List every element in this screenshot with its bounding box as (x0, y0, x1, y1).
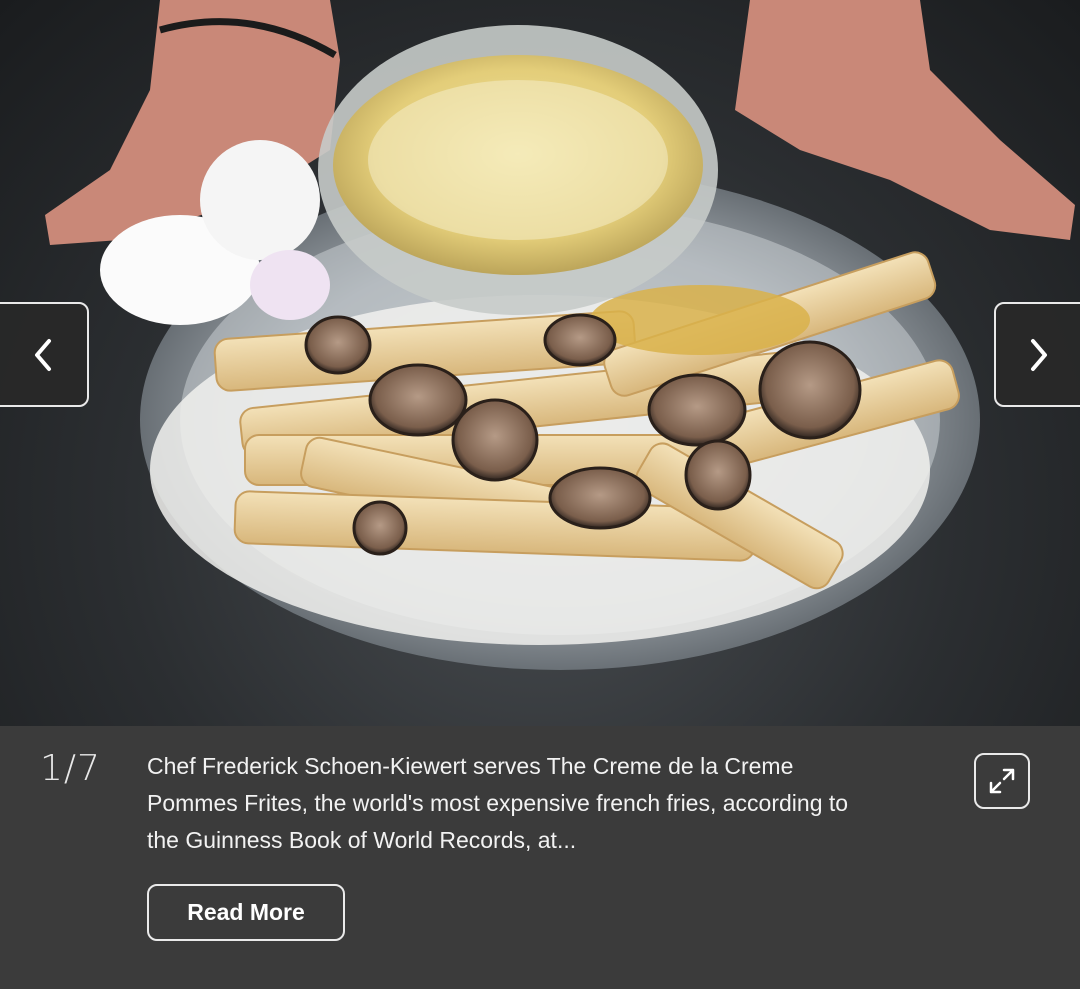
caption-panel: 1/7 Chef Frederick Schoen-Kiewert serves… (0, 726, 1080, 989)
previous-slide-button[interactable] (0, 302, 89, 407)
expand-icon (989, 768, 1015, 794)
food-photo-illustration (45, 0, 1075, 670)
chevron-right-icon (1031, 338, 1047, 371)
next-slide-button[interactable] (994, 302, 1080, 407)
caption-text: Chef Frederick Schoen-Kiewert serves The… (147, 753, 849, 853)
fullscreen-button[interactable] (974, 753, 1030, 809)
photo-gallery: 1/7 Chef Frederick Schoen-Kiewert serves… (0, 0, 1080, 989)
slide-counter: 1/7 (40, 748, 101, 789)
gallery-photo[interactable] (0, 0, 1080, 726)
chevron-left-icon (34, 338, 51, 371)
read-more-button[interactable]: Read More (147, 884, 345, 941)
